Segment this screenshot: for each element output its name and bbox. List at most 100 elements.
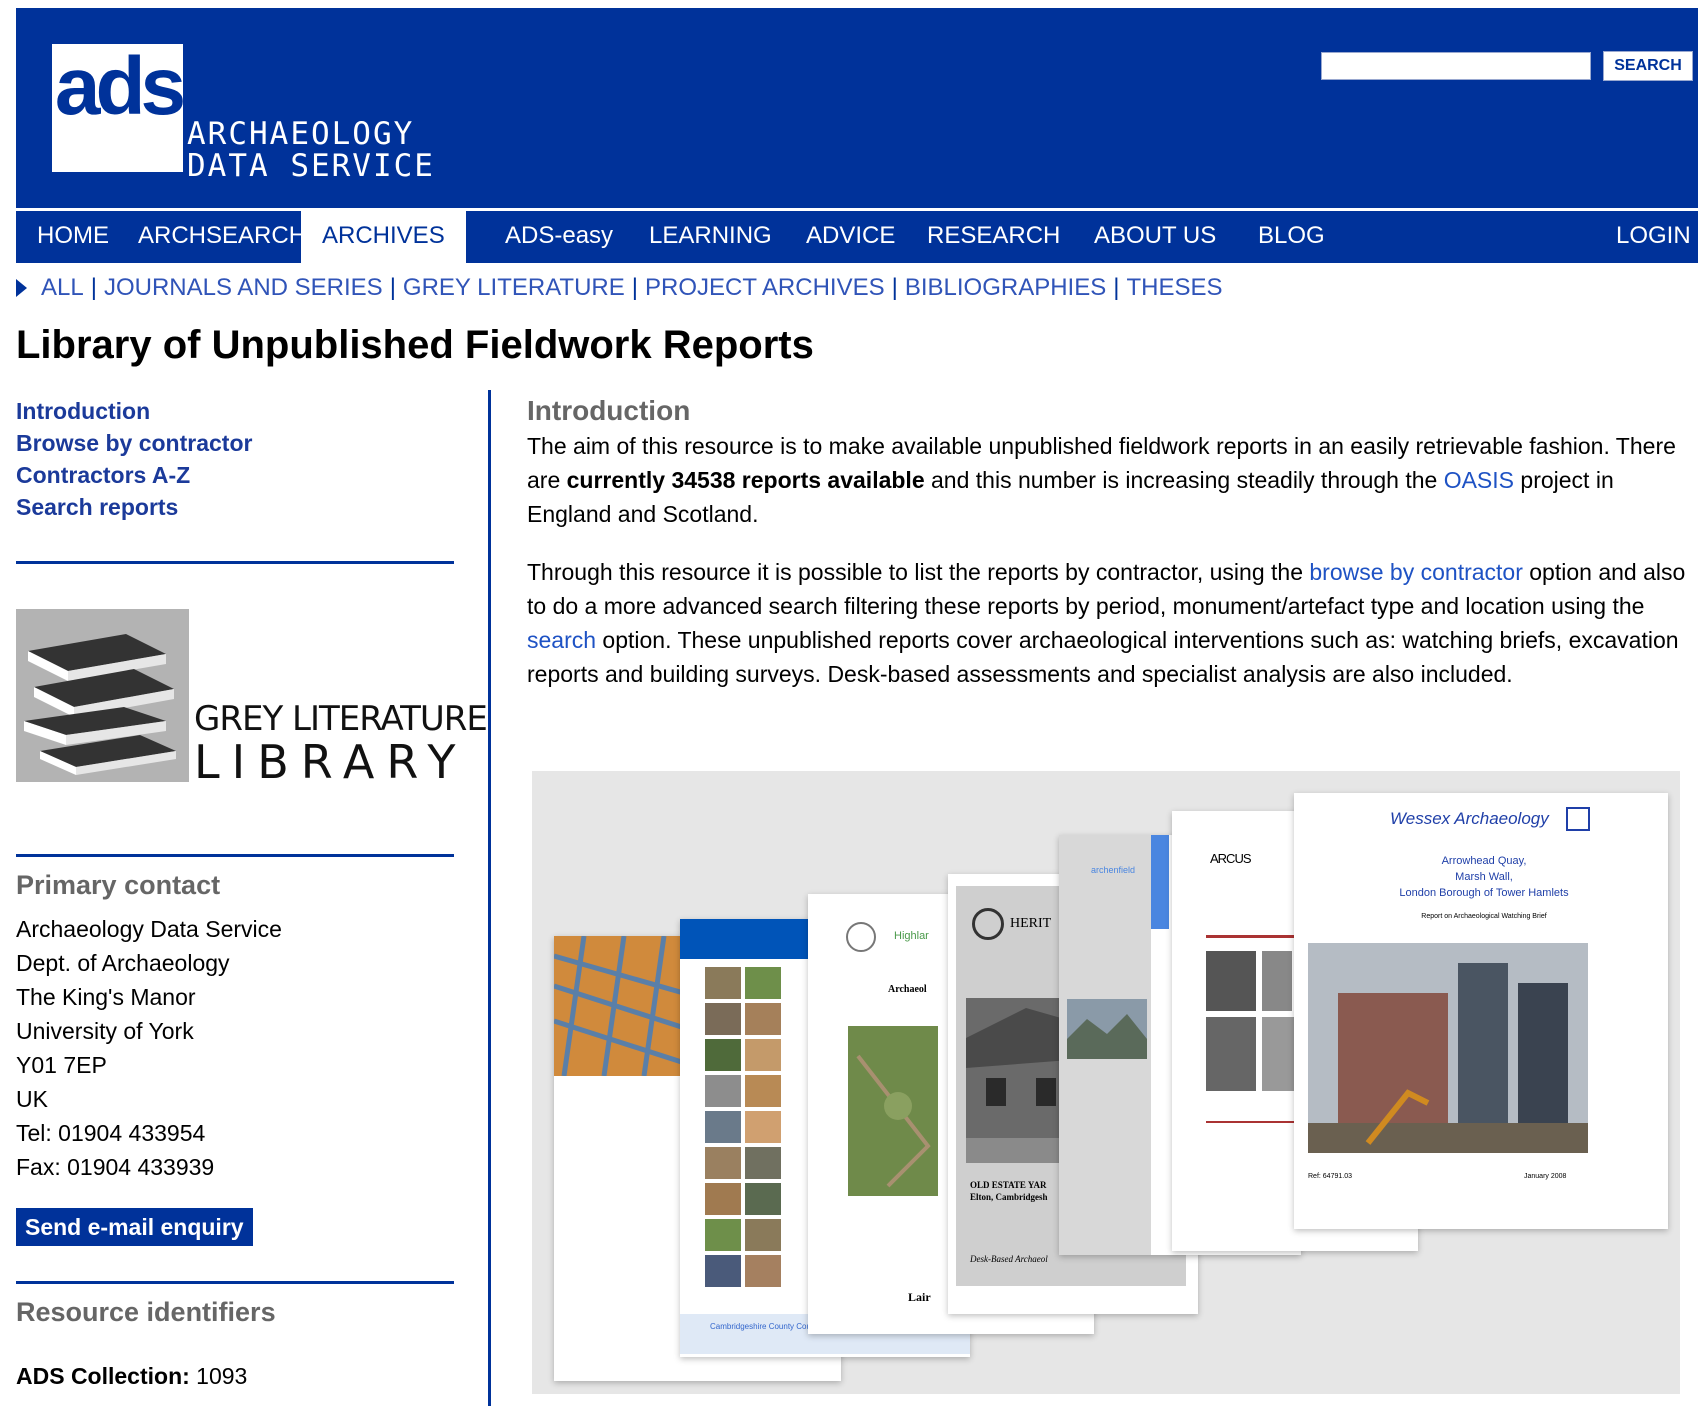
subnav-grey-literature[interactable]: GREY LITERATURE xyxy=(403,274,625,301)
nav-ads-easy[interactable]: ADS-easy xyxy=(484,211,634,263)
contact-line: UK xyxy=(16,1086,48,1112)
send-email-enquiry-button[interactable]: Send e-mail enquiry xyxy=(16,1208,253,1246)
ads-collection-label: ADS Collection: xyxy=(16,1363,190,1389)
report-cover-wessex: Wessex Archaeology Arrowhead Quay, Marsh… xyxy=(1294,793,1668,1229)
highland-title: Highlar xyxy=(894,930,929,942)
ads-logo[interactable]: ads ARCHAEOLOGY DATA SERVICE xyxy=(52,44,522,184)
subnav-all[interactable]: ALL xyxy=(41,274,84,301)
logo-line-2: DATA SERVICE xyxy=(187,148,435,184)
divider xyxy=(16,854,454,857)
wessex-address-line: Marsh Wall, xyxy=(1455,871,1513,883)
heritage-estate-line: OLD ESTATE YAR xyxy=(970,1180,1047,1190)
nav-blog[interactable]: BLOG xyxy=(1237,211,1346,263)
subnav-separator: | xyxy=(891,274,898,301)
search-link[interactable]: search xyxy=(527,627,596,653)
subnav-journals[interactable]: JOURNALS AND SERIES xyxy=(104,274,383,301)
intro-paragraph-1: The aim of this resource is to make avai… xyxy=(527,429,1698,531)
sidebar: Introduction Browse by contractor Contra… xyxy=(16,395,488,1389)
nav-advice[interactable]: ADVICE xyxy=(785,211,916,263)
search-button[interactable]: SEARCH xyxy=(1603,51,1693,81)
wessex-address-line: London Borough of Tower Hamlets xyxy=(1399,887,1569,899)
wessex-logo-icon xyxy=(1566,807,1590,831)
nav-login[interactable]: LOGIN xyxy=(1595,211,1698,263)
wessex-address-line: Arrowhead Quay, xyxy=(1441,855,1527,867)
browse-by-contractor-link[interactable]: browse by contractor xyxy=(1309,559,1522,585)
text-run: and this number is increasing steadily t… xyxy=(924,467,1444,493)
divider xyxy=(16,561,454,564)
nav-research[interactable]: RESEARCH xyxy=(906,211,1081,263)
arcus-title: ARCUS xyxy=(1210,851,1252,866)
caret-right-icon xyxy=(16,279,27,297)
logo-line-1: ARCHAEOLOGY xyxy=(187,116,415,152)
divider xyxy=(16,1281,454,1284)
page-title: Library of Unpublished Fieldwork Reports xyxy=(16,323,814,367)
nav-archsearch[interactable]: ARCHSEARCH xyxy=(117,211,327,263)
wessex-date: January 2008 xyxy=(1524,1173,1567,1180)
contact-phone: Tel: 01904 433954 xyxy=(16,1120,206,1146)
subnav-separator: | xyxy=(90,274,97,301)
map-image xyxy=(554,936,694,1076)
tower-photo-image xyxy=(1308,943,1588,1153)
contact-line: Archaeology Data Service xyxy=(16,916,282,942)
introduction-heading: Introduction xyxy=(527,395,691,426)
contact-line: The King's Manor xyxy=(16,984,196,1010)
sidebar-link-introduction[interactable]: Introduction xyxy=(16,395,456,427)
heritage-desk: Desk-Based Archaeol xyxy=(970,1254,1048,1264)
report-covers-collage: Cambridgeshire County Council Highlar Ar… xyxy=(532,771,1680,1394)
ads-collection-identifier: ADS Collection: 1093 xyxy=(16,1363,247,1390)
wessex-subtitle: Report on Archaeological Watching Brief xyxy=(1421,913,1547,920)
main-content: Introduction The aim of this resource is… xyxy=(527,393,1698,691)
nav-learning[interactable]: LEARNING xyxy=(628,211,793,263)
contact-line: Dept. of Archaeology xyxy=(16,950,230,976)
photo-strip-image xyxy=(705,967,781,1287)
highland-subtitle: Archaeol xyxy=(888,984,927,995)
site-header: ads ARCHAEOLOGY DATA SERVICE SEARCH xyxy=(16,8,1698,208)
contact-line: Y01 7EP xyxy=(16,1052,107,1078)
gll-logo-line-2: LIBRARY xyxy=(194,735,468,789)
search-input[interactable] xyxy=(1321,52,1591,80)
subnav-project-archives[interactable]: PROJECT ARCHIVES xyxy=(645,274,885,301)
text-run: Through this resource it is possible to … xyxy=(527,559,1310,585)
main-nav: HOME ARCHSEARCH ARCHIVES ADS-easy LEARNI… xyxy=(16,211,1698,263)
highland-logo-icon xyxy=(846,922,876,952)
heritage-estate: OLD ESTATE YAR Elton, Cambridgesh xyxy=(970,1179,1048,1203)
wessex-title: Wessex Archaeology xyxy=(1390,809,1549,828)
sidebar-link-contractors-a-z[interactable]: Contractors A-Z xyxy=(16,459,456,491)
contact-address: Archaeology Data Service Dept. of Archae… xyxy=(16,912,282,1184)
heritage-title: HERIT xyxy=(1010,916,1052,931)
highland-lair-text: Lair xyxy=(908,1290,931,1304)
aerial-photo-image xyxy=(848,1026,938,1196)
primary-contact-heading: Primary contact xyxy=(16,870,221,900)
logo-text: ARCHAEOLOGY DATA SERVICE xyxy=(187,118,435,182)
subnav-separator: | xyxy=(631,274,638,301)
gll-logo-line-1: GREY LITERATURE xyxy=(194,699,488,739)
logo-mark: ads xyxy=(54,41,186,132)
subnav-separator: | xyxy=(1113,274,1120,301)
grey-literature-library-logo: GREY LITERATURE LIBRARY xyxy=(16,609,488,789)
nav-about-us[interactable]: ABOUT US xyxy=(1073,211,1237,263)
archenfield-band xyxy=(1151,835,1169,929)
wessex-address: Arrowhead Quay, Marsh Wall, London Borou… xyxy=(1334,853,1634,901)
ads-collection-value: 1093 xyxy=(196,1363,248,1389)
heritage-place-line: Elton, Cambridgesh xyxy=(970,1192,1048,1202)
nav-home[interactable]: HOME xyxy=(16,211,130,263)
archenfield-title: archenfield xyxy=(1091,865,1136,875)
subnav-bibliographies[interactable]: BIBLIOGRAPHIES xyxy=(905,274,1106,301)
heritage-logo-icon xyxy=(972,908,1004,940)
landscape-photo-image xyxy=(1067,999,1147,1059)
sub-nav: ALL | JOURNALS AND SERIES | GREY LITERATURE |… xyxy=(16,272,1223,304)
subnav-theses[interactable]: THESES xyxy=(1126,274,1222,301)
sidebar-link-search-reports[interactable]: Search reports xyxy=(16,491,456,523)
nav-archives[interactable]: ARCHIVES xyxy=(301,211,466,263)
oasis-link[interactable]: OASIS xyxy=(1444,467,1514,493)
text-run: option. These unpublished reports cover … xyxy=(527,627,1679,687)
column-divider xyxy=(488,390,491,1406)
books-stack-icon xyxy=(16,609,189,782)
sidebar-link-browse-by-contractor[interactable]: Browse by contractor xyxy=(16,427,456,459)
cover-band xyxy=(680,919,820,959)
contact-line: University of York xyxy=(16,1018,194,1044)
contact-fax: Fax: 01904 433939 xyxy=(16,1154,215,1180)
intro-paragraph-2: Through this resource it is possible to … xyxy=(527,555,1698,691)
resource-identifiers-heading: Resource identifiers xyxy=(16,1297,276,1327)
wessex-ref: Ref: 64791.03 xyxy=(1308,1173,1352,1180)
